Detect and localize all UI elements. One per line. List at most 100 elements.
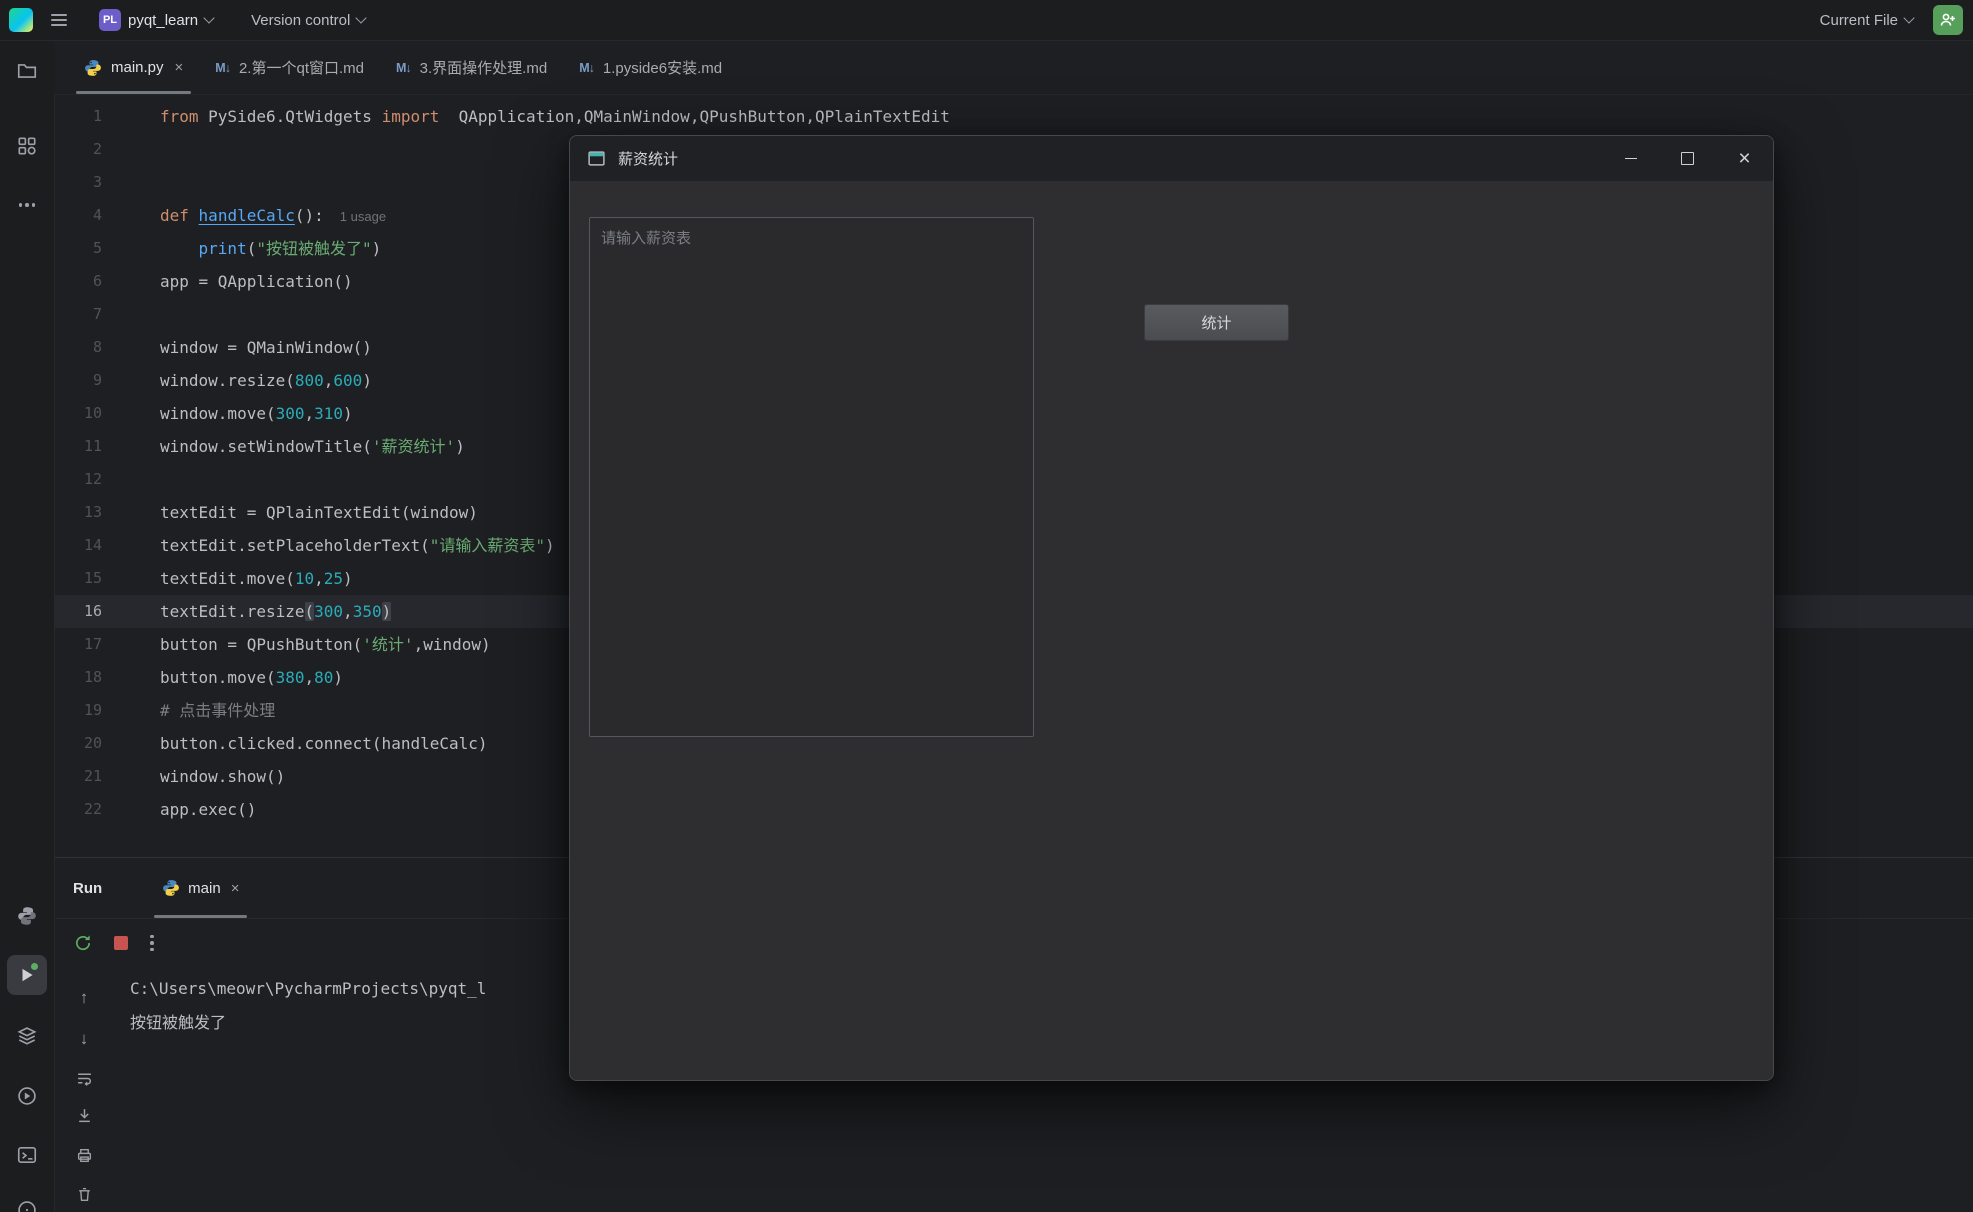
close-button[interactable]: ×: [1716, 136, 1773, 181]
titlebar-right-group: Current File: [1814, 5, 1963, 35]
line-number[interactable]: 22: [54, 793, 102, 826]
tab-label: 1.pyside6安装.md: [603, 57, 722, 78]
editor-tab-strip: main.py× M↓ 2.第一个qt窗口.md M↓ 3.界面操作处理.md M↓ 1.p…: [54, 41, 1973, 95]
python-icon: [162, 879, 180, 897]
tab-label: 3.界面操作处理.md: [420, 57, 548, 78]
stop-button[interactable]: [114, 936, 128, 950]
code-text: textEdit.resize(300,350): [160, 595, 391, 628]
scroll-to-end-button[interactable]: [72, 1103, 96, 1127]
project-folder-icon[interactable]: [7, 51, 47, 91]
stats-button[interactable]: 统计: [1144, 304, 1289, 341]
line-number[interactable]: 10: [54, 397, 102, 430]
run-tab-main[interactable]: main ×: [150, 858, 251, 918]
code-text: def handleCalc():1 usage: [160, 199, 386, 233]
project-selector[interactable]: PL pyqt_learn: [93, 6, 219, 34]
text-edit-placeholder: 请输入薪资表: [601, 230, 691, 247]
help-icon[interactable]: [7, 1190, 47, 1212]
code-text: button.clicked.connect(handleCalc): [160, 727, 488, 760]
line-number[interactable]: 21: [54, 760, 102, 793]
line-number[interactable]: 1: [54, 100, 102, 133]
running-indicator: [31, 963, 38, 970]
terminal-icon[interactable]: [7, 1135, 47, 1175]
qt-window-titlebar[interactable]: 薪资统计 ×: [570, 136, 1773, 181]
minimize-button[interactable]: [1602, 136, 1659, 181]
code-text: print("按钮被触发了"): [160, 232, 381, 265]
qt-window-title: 薪资统计: [618, 148, 678, 169]
qt-window-body: 请输入薪资表 统计: [570, 181, 1773, 1080]
line-number[interactable]: 15: [54, 562, 102, 595]
rerun-button[interactable]: [74, 934, 92, 952]
markdown-icon: M↓: [396, 61, 411, 75]
editor-tab-2-qt-md[interactable]: M↓ 2.第一个qt窗口.md: [199, 41, 380, 94]
python-icon: [84, 59, 102, 77]
structure-icon[interactable]: [7, 126, 47, 166]
chevron-down-icon: [356, 12, 367, 23]
line-number[interactable]: 12: [54, 463, 102, 496]
version-control-menu[interactable]: Version control: [245, 6, 371, 34]
editor-tab-main-py[interactable]: main.py×: [68, 41, 199, 94]
chevron-down-icon: [1903, 12, 1914, 23]
code-text: window.resize(800,600): [160, 364, 372, 397]
code-text: app.exec(): [160, 793, 256, 826]
project-name: pyqt_learn: [128, 12, 198, 29]
maximize-button[interactable]: [1659, 136, 1716, 181]
code-text: window.show(): [160, 760, 285, 793]
pycharm-window: PL pyqt_learn Version control Current Fi…: [0, 0, 1973, 1212]
line-number[interactable]: 14: [54, 529, 102, 562]
line-number[interactable]: 13: [54, 496, 102, 529]
line-number[interactable]: 8: [54, 331, 102, 364]
up-stack-trace-button[interactable]: ↑: [72, 986, 96, 1010]
close-icon[interactable]: ×: [175, 59, 184, 76]
line-number[interactable]: 3: [54, 166, 102, 199]
code-line-1[interactable]: 1 from PySide6.QtWidgets import QApplicat…: [54, 100, 1973, 133]
code-text: from PySide6.QtWidgets import QApplicati…: [160, 100, 950, 133]
close-icon[interactable]: ×: [231, 880, 240, 897]
line-number[interactable]: 20: [54, 727, 102, 760]
markdown-icon: M↓: [215, 61, 230, 75]
code-text: window = QMainWindow(): [160, 331, 372, 364]
code-text: app = QApplication(): [160, 265, 353, 298]
python-packages-icon[interactable]: [7, 1016, 47, 1056]
qt-app-window: 薪资统计 × 请输入薪资表 统计: [569, 135, 1774, 1081]
code-text: window.setWindowTitle('薪资统计'): [160, 430, 465, 463]
run-tab-label: main: [188, 880, 221, 897]
more-tool-windows-icon[interactable]: [7, 185, 47, 225]
more-options-button[interactable]: [150, 935, 154, 952]
line-number[interactable]: 6: [54, 265, 102, 298]
line-number[interactable]: 5: [54, 232, 102, 265]
editor-tab-1-pyside6-md[interactable]: M↓ 1.pyside6安装.md: [563, 41, 738, 94]
markdown-icon: M↓: [579, 61, 594, 75]
line-number[interactable]: 9: [54, 364, 102, 397]
services-icon[interactable]: [7, 1076, 47, 1116]
qt-window-controls: ×: [1602, 136, 1773, 181]
code-text: button = QPushButton('统计',window): [160, 628, 491, 661]
line-number[interactable]: 11: [54, 430, 102, 463]
python-console-icon[interactable]: [7, 896, 47, 936]
code-text: textEdit.move(10,25): [160, 562, 353, 595]
console-gutter: ↑ ↓: [54, 967, 114, 1212]
run-config-selector[interactable]: Current File: [1814, 6, 1919, 34]
title-bar: PL pyqt_learn Version control Current Fi…: [0, 0, 1973, 41]
salary-text-edit[interactable]: 请输入薪资表: [589, 217, 1034, 737]
line-number[interactable]: 16: [54, 595, 102, 628]
code-with-me-icon[interactable]: [1933, 5, 1963, 35]
down-stack-trace-button[interactable]: ↓: [72, 1027, 96, 1051]
code-text: # 点击事件处理: [160, 694, 275, 727]
code-text: textEdit.setPlaceholderText("请输入薪资表"): [160, 529, 555, 562]
run-tool-window-icon[interactable]: [7, 955, 47, 995]
line-number[interactable]: 18: [54, 661, 102, 694]
line-number[interactable]: 4: [54, 199, 102, 232]
line-number[interactable]: 7: [54, 298, 102, 331]
code-text: window.move(300,310): [160, 397, 353, 430]
line-number[interactable]: 2: [54, 133, 102, 166]
line-number[interactable]: 17: [54, 628, 102, 661]
main-menu-icon[interactable]: [51, 14, 67, 26]
pycharm-logo-icon: [9, 8, 33, 32]
activity-bar: [0, 41, 55, 1212]
print-button[interactable]: [72, 1143, 96, 1167]
editor-tab-3-md[interactable]: M↓ 3.界面操作处理.md: [380, 41, 563, 94]
clear-console-button[interactable]: [72, 1182, 96, 1206]
soft-wrap-button[interactable]: [72, 1066, 96, 1090]
tab-label: 2.第一个qt窗口.md: [239, 57, 364, 78]
line-number[interactable]: 19: [54, 694, 102, 727]
